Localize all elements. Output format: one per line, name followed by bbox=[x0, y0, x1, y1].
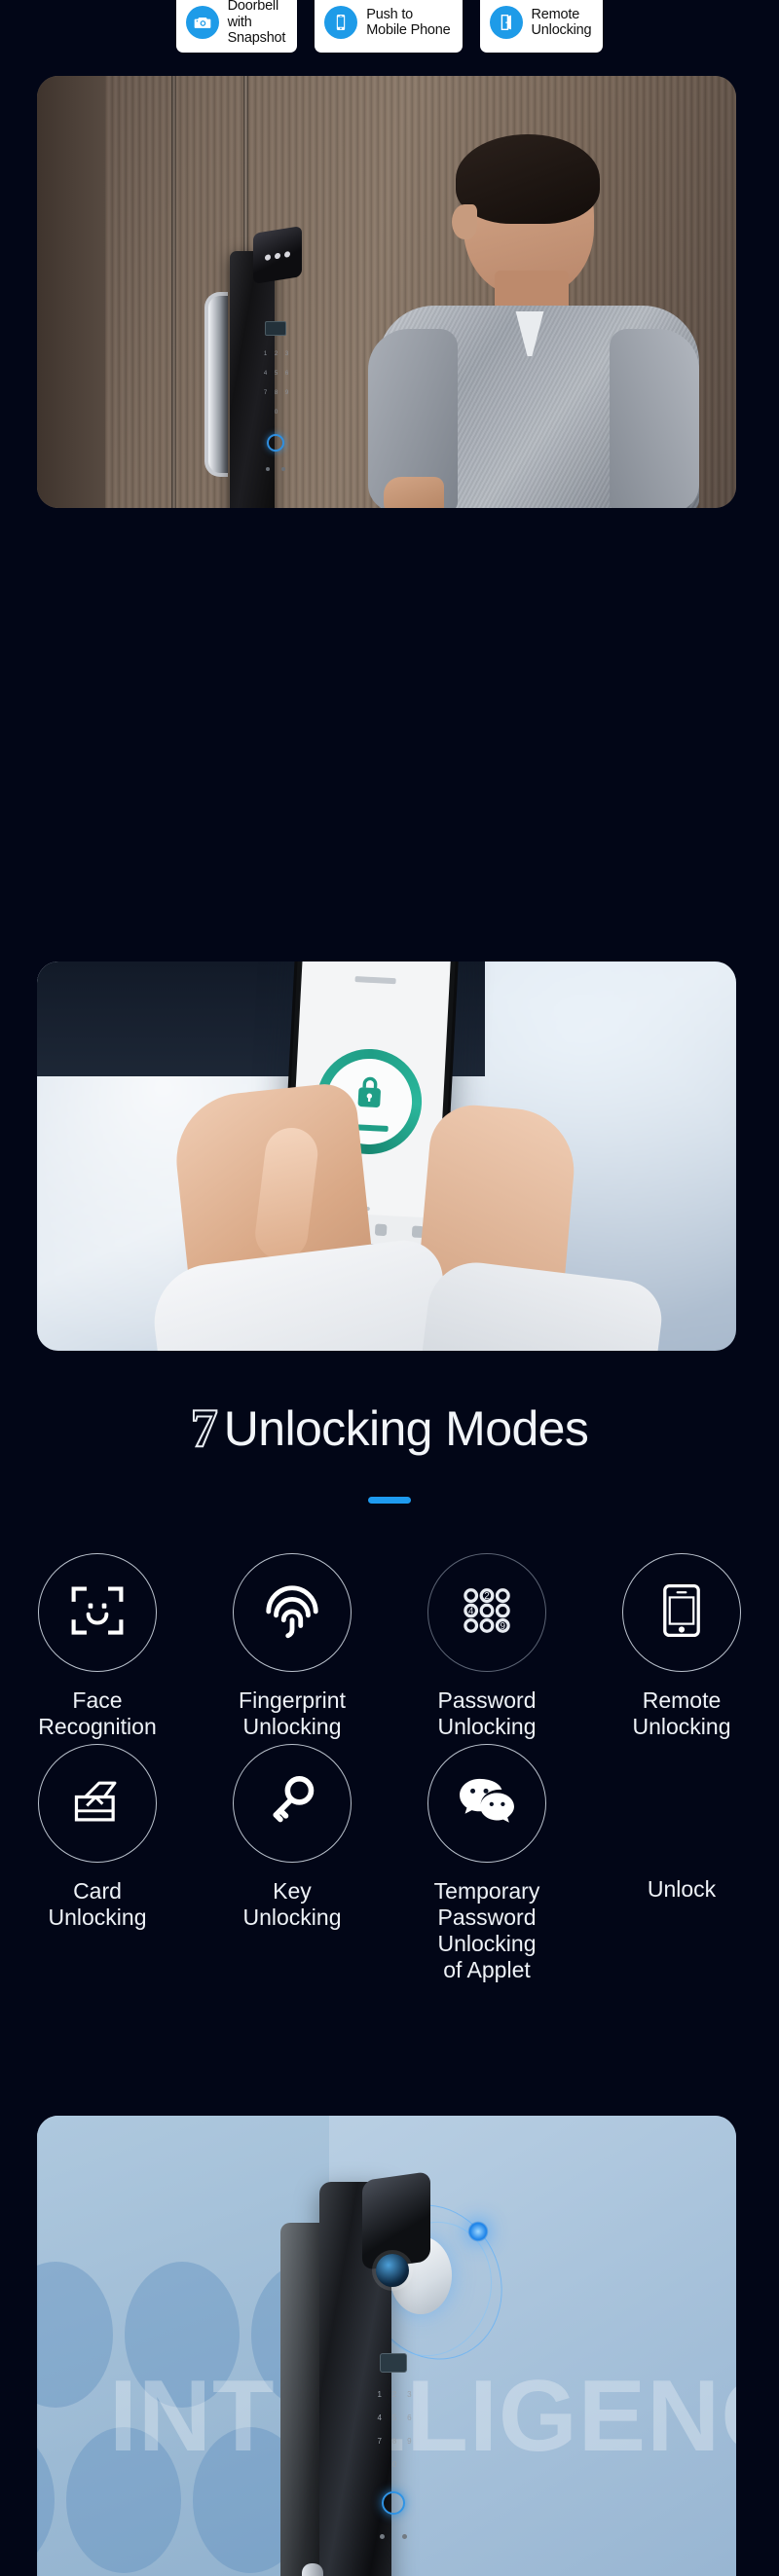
svg-text:9: 9 bbox=[501, 1621, 506, 1632]
unlocking-modes-grid: Face Recognition Fingerprint Unlocking 2… bbox=[0, 1553, 779, 1983]
icon-circle bbox=[233, 1744, 352, 1863]
mode-label: Key Unlocking bbox=[242, 1878, 342, 1930]
mode-key-unlocking[interactable]: Key Unlocking bbox=[195, 1744, 390, 1983]
svg-text:4: 4 bbox=[468, 1606, 474, 1616]
mode-unlock-text: Unlock bbox=[584, 1744, 779, 1983]
mode-remote-unlocking[interactable]: Remote Unlocking bbox=[584, 1553, 779, 1740]
lock-handle bbox=[204, 292, 228, 477]
badge-push-to-mobile-phone[interactable]: Push to Mobile Phone bbox=[315, 0, 463, 53]
icon-circle bbox=[427, 1744, 546, 1863]
fingerprint-reader bbox=[382, 2491, 405, 2515]
smartphone-icon bbox=[657, 1582, 706, 1644]
lock-handle bbox=[302, 2563, 323, 2576]
thumb bbox=[252, 1124, 321, 1263]
wechat-icon bbox=[457, 1775, 517, 1832]
badge-label: Push to Mobile Phone bbox=[366, 6, 451, 39]
lock-keypad: 123 456 789 0 bbox=[377, 2389, 412, 2469]
icon-circle: 2 4 9 bbox=[427, 1553, 546, 1672]
lock-icon bbox=[352, 1071, 387, 1117]
camera-icon bbox=[185, 6, 219, 39]
keypad-icon: 2 4 9 bbox=[459, 1582, 515, 1644]
person-hand bbox=[384, 477, 444, 508]
heading-accent-bar bbox=[368, 1497, 411, 1504]
modes-count: 7 bbox=[190, 1398, 219, 1459]
person-ear bbox=[452, 204, 477, 239]
door-seam bbox=[171, 76, 176, 508]
icon-circle bbox=[233, 1553, 352, 1672]
hero-image-phone-unlock-app bbox=[37, 961, 736, 1351]
person-figure bbox=[358, 134, 736, 508]
lock-display bbox=[265, 321, 286, 336]
page-title: Unlocking Modes bbox=[223, 1401, 589, 1456]
badge-remote-unlocking[interactable]: Remote Unlocking bbox=[479, 0, 604, 53]
key-icon bbox=[267, 1774, 317, 1833]
hero-image-man-at-door: 123 456 789 0 bbox=[37, 76, 736, 508]
face-scan-icon bbox=[68, 1581, 127, 1645]
lock-indicator-dots bbox=[380, 2534, 407, 2539]
mode-face-recognition[interactable]: Face Recognition bbox=[0, 1553, 195, 1740]
section-heading: 7 Unlocking Modes bbox=[0, 1398, 779, 1459]
icon-circle bbox=[38, 1744, 157, 1863]
mobile-phone-icon bbox=[324, 6, 358, 39]
mode-temporary-password-applet[interactable]: Temporary Password Unlocking of Applet bbox=[390, 1744, 584, 1983]
product-detail-page: Doorbell with Snapshot Push to Mobile Ph… bbox=[0, 0, 779, 2576]
svg-text:2: 2 bbox=[484, 1591, 490, 1602]
lock-body: 123 456 789 0 bbox=[319, 2171, 430, 2576]
left-edge-fade bbox=[0, 2116, 39, 2576]
feature-badge-row: Doorbell with Snapshot Push to Mobile Ph… bbox=[0, 0, 779, 60]
lock-keypad: 123 456 789 0 bbox=[263, 351, 289, 416]
mode-label: Card Unlocking bbox=[48, 1878, 147, 1930]
lock-panel: 123 456 789 0 bbox=[230, 226, 302, 508]
hero-image-lock-face-beam: INTELLIGENCE 123 456 789 0 bbox=[37, 2116, 736, 2576]
lock-display bbox=[380, 2353, 407, 2373]
app-section-placeholder bbox=[354, 976, 396, 985]
smart-lock-device: 123 456 789 0 bbox=[204, 226, 302, 508]
mode-label: Password Unlocking bbox=[437, 1687, 537, 1739]
mode-password-unlocking[interactable]: 2 4 9 Password Unlocking bbox=[390, 1553, 584, 1740]
person-hair bbox=[456, 134, 600, 224]
mode-card-unlocking[interactable]: Card Unlocking bbox=[0, 1744, 195, 1983]
fingerprint-reader bbox=[267, 434, 284, 452]
wall-edge bbox=[37, 76, 105, 508]
card-swipe-icon bbox=[69, 1776, 126, 1832]
mode-fingerprint-unlocking[interactable]: Fingerprint Unlocking bbox=[195, 1553, 390, 1740]
badge-doorbell-with-snapshot[interactable]: Doorbell with Snapshot bbox=[175, 0, 298, 53]
mode-label: Face Recognition bbox=[38, 1687, 157, 1739]
door-open-icon bbox=[489, 6, 523, 39]
icon-circle bbox=[622, 1553, 741, 1672]
smart-lock-device-bottom: 123 456 789 0 bbox=[280, 2171, 526, 2576]
badge-label: Doorbell with Snapshot bbox=[227, 0, 286, 47]
mode-label: Remote Unlocking bbox=[632, 1687, 731, 1739]
badge-label: Remote Unlocking bbox=[531, 6, 592, 39]
camera-lens bbox=[376, 2254, 409, 2287]
fingerprint-icon bbox=[262, 1580, 322, 1646]
mode-label: Temporary Password Unlocking of Applet bbox=[433, 1878, 540, 1982]
person-right-arm bbox=[610, 329, 699, 508]
mode-label: Fingerprint Unlocking bbox=[239, 1687, 346, 1739]
right-edge-fade bbox=[740, 2116, 779, 2576]
lock-indicator-dots bbox=[266, 467, 285, 471]
signal-spark bbox=[467, 2221, 489, 2242]
mode-label: Unlock bbox=[647, 1875, 717, 1902]
icon-circle bbox=[38, 1553, 157, 1672]
lock-camera-head bbox=[253, 226, 302, 284]
